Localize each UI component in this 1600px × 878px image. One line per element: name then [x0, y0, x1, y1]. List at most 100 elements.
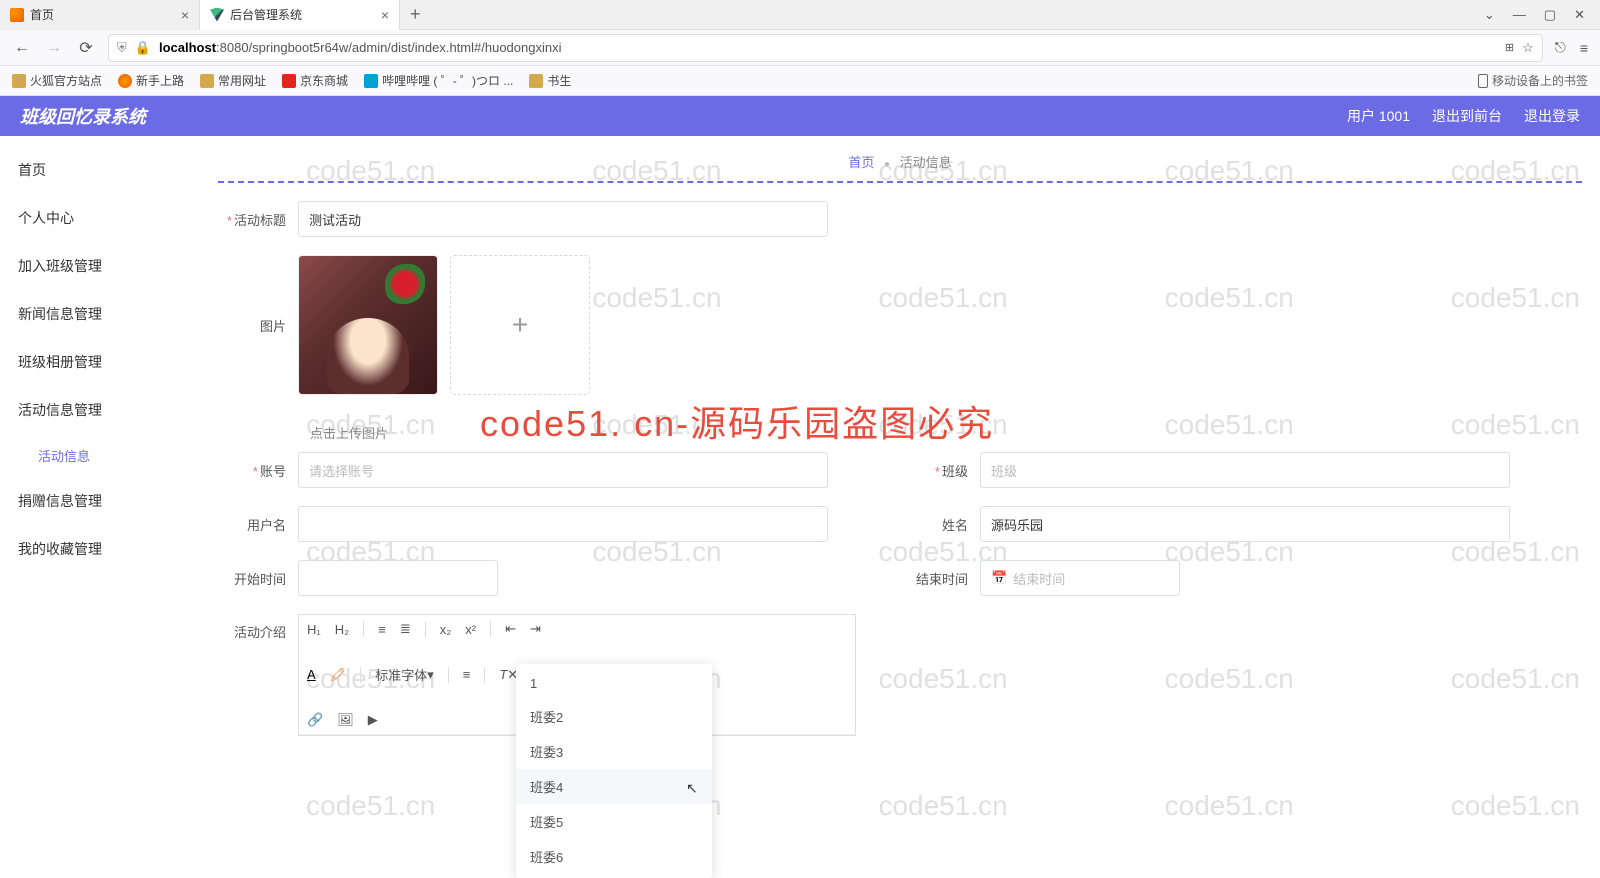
label-image: 图片 [218, 316, 298, 335]
lock-icon: 🔒 [135, 40, 151, 56]
window-close-icon[interactable]: ✕ [1574, 7, 1585, 23]
input-name[interactable]: 源码乐园 [980, 506, 1510, 542]
label-class: 班级 [900, 461, 980, 480]
label-username: 用户名 [218, 515, 298, 534]
bookmark-item[interactable]: 京东商城 [282, 72, 348, 89]
input-end-time[interactable]: 📅 结束时间 [980, 560, 1180, 596]
label-end-time: 结束时间 [850, 569, 980, 588]
url-text: localhost:8080/springboot5r64w/admin/dis… [159, 40, 1497, 55]
label-name: 姓名 [900, 515, 980, 534]
qr-icon[interactable]: ⊞ [1505, 41, 1514, 54]
bookmark-item[interactable]: 新手上路 [118, 72, 184, 89]
account-dropdown: 1 班委2 班委3 班委4 班委5 班委6 [516, 664, 712, 878]
dropdown-option[interactable]: 1 [516, 668, 712, 699]
sidebar-item-favorites[interactable]: 我的收藏管理 [0, 525, 200, 573]
bookmark-item[interactable]: 书生 [529, 72, 571, 89]
shield-icon: ⛨ [117, 40, 127, 56]
back-button[interactable]: ← [12, 39, 32, 57]
editor-align-icon[interactable]: ≡ [463, 667, 471, 682]
mobile-icon [1478, 74, 1488, 88]
content-area: 首页 ● 活动信息 活动标题 测试活动 图片 + [200, 136, 1600, 860]
star-icon[interactable]: ☆ [1522, 40, 1534, 56]
extensions-icon[interactable]: ⎋ [1555, 39, 1566, 56]
vue-favicon-icon [210, 8, 224, 22]
tab-close-icon[interactable]: × [181, 7, 189, 23]
bookmark-item[interactable]: 常用网址 [200, 72, 266, 89]
bookmark-mobile[interactable]: 移动设备上的书签 [1478, 72, 1588, 89]
dropdown-option[interactable]: 班委3 [516, 734, 712, 769]
editor-image-icon[interactable]: 🖼 [337, 712, 354, 728]
app-header: 班级回忆录系统 用户 1001 退出到前台 退出登录 [0, 96, 1600, 136]
sidebar-item-join-class[interactable]: 加入班级管理 [0, 242, 200, 290]
editor-outdent-icon[interactable]: ⇤ [505, 621, 516, 637]
browser-tab-0[interactable]: 首页 × [0, 0, 200, 30]
input-start-time[interactable] [298, 560, 498, 596]
breadcrumb-sep-icon: ● [884, 159, 890, 170]
user-label[interactable]: 用户 1001 [1347, 106, 1410, 126]
editor-highlight-icon[interactable]: 🖍 [330, 667, 347, 683]
sidebar-item-news[interactable]: 新闻信息管理 [0, 290, 200, 338]
editor-font-select[interactable]: 标准字体 ▾ [375, 665, 434, 684]
editor-list-ul-icon[interactable]: ≣ [400, 621, 411, 637]
dropdown-option[interactable]: 班委5 [516, 804, 712, 839]
sidebar-item-activity[interactable]: 活动信息管理 [0, 386, 200, 434]
sidebar-sub-activity-info[interactable]: 活动信息 [0, 434, 200, 477]
image-thumbnail[interactable] [298, 255, 438, 395]
label-start-time: 开始时间 [218, 569, 298, 588]
new-tab-button[interactable]: + [400, 0, 431, 30]
menu-icon[interactable]: ≡ [1580, 40, 1588, 56]
sidebar-item-home[interactable]: 首页 [0, 146, 200, 194]
tab-label: 后台管理系统 [230, 6, 302, 23]
breadcrumb-home[interactable]: 首页 [848, 155, 874, 170]
window-minimize-icon[interactable]: — [1513, 7, 1526, 23]
browser-tab-1[interactable]: 后台管理系统 × [200, 0, 400, 30]
breadcrumb-current: 活动信息 [900, 155, 952, 170]
editor-superscript-icon[interactable]: x² [465, 622, 476, 637]
cursor-icon: ↖ [686, 780, 698, 797]
dropdown-option[interactable]: 班委6 [516, 839, 712, 874]
bookmark-item[interactable]: 火狐官方站点 [12, 72, 102, 89]
breadcrumb: 首页 ● 活动信息 [218, 136, 1582, 181]
sidebar-item-album[interactable]: 班级相册管理 [0, 338, 200, 386]
logout-link[interactable]: 退出登录 [1524, 106, 1580, 126]
form-divider [218, 181, 1582, 183]
input-activity-title[interactable]: 测试活动 [298, 201, 828, 237]
bookmarks-bar: 火狐官方站点 新手上路 常用网址 京东商城 哔哩哔哩 ( ゜- ゜)つロ ...… [0, 66, 1600, 96]
calendar-icon: 📅 [991, 570, 1007, 586]
app-title: 班级回忆录系统 [20, 103, 146, 129]
forward-button[interactable]: → [44, 39, 64, 57]
sidebar-item-donate[interactable]: 捐赠信息管理 [0, 477, 200, 525]
editor-subscript-icon[interactable]: x₂ [440, 622, 452, 637]
editor-h2-icon[interactable]: H₂ [335, 622, 349, 637]
image-upload-button[interactable]: + [450, 255, 590, 395]
input-username[interactable] [298, 506, 828, 542]
editor-video-icon[interactable]: ▶ [368, 712, 378, 728]
editor-link-icon[interactable]: 🔗 [307, 712, 323, 728]
plus-icon: + [512, 309, 528, 341]
label-activity-title: 活动标题 [218, 210, 298, 229]
exit-front-link[interactable]: 退出到前台 [1432, 106, 1502, 126]
sidebar: 首页 个人中心 加入班级管理 新闻信息管理 班级相册管理 活动信息管理 活动信息… [0, 136, 200, 860]
editor-h1-icon[interactable]: H₁ [307, 622, 321, 637]
label-intro: 活动介绍 [218, 614, 298, 641]
editor-color-icon[interactable]: A [307, 667, 316, 682]
editor-list-ol-icon[interactable]: ≡ [378, 622, 386, 637]
dropdown-option[interactable]: 班委2 [516, 699, 712, 734]
tab-close-icon[interactable]: × [381, 7, 389, 23]
reload-button[interactable]: ⟳ [76, 38, 96, 58]
editor-indent-icon[interactable]: ⇥ [530, 621, 541, 637]
tab-label: 首页 [30, 6, 54, 23]
upload-hint: 点击上传图片 [310, 413, 1582, 452]
input-class[interactable]: 班级 [980, 452, 1510, 488]
url-bar[interactable]: ⛨ 🔒 localhost:8080/springboot5r64w/admin… [108, 34, 1543, 62]
window-dropdown-icon[interactable]: ⌄ [1484, 7, 1495, 23]
bookmark-item[interactable]: 哔哩哔哩 ( ゜- ゜)つロ ... [364, 72, 513, 89]
window-maximize-icon[interactable]: ▢ [1544, 7, 1556, 23]
label-account: 账号 [218, 461, 298, 480]
select-account[interactable]: 请选择账号 [298, 452, 828, 488]
sidebar-item-profile[interactable]: 个人中心 [0, 194, 200, 242]
browser-titlebar: 首页 × 后台管理系统 × + ⌄ — ▢ ✕ [0, 0, 1600, 30]
dropdown-option[interactable]: 班委4 [516, 769, 712, 804]
firefox-favicon-icon [10, 8, 24, 22]
browser-navbar: ← → ⟳ ⛨ 🔒 localhost:8080/springboot5r64w… [0, 30, 1600, 66]
